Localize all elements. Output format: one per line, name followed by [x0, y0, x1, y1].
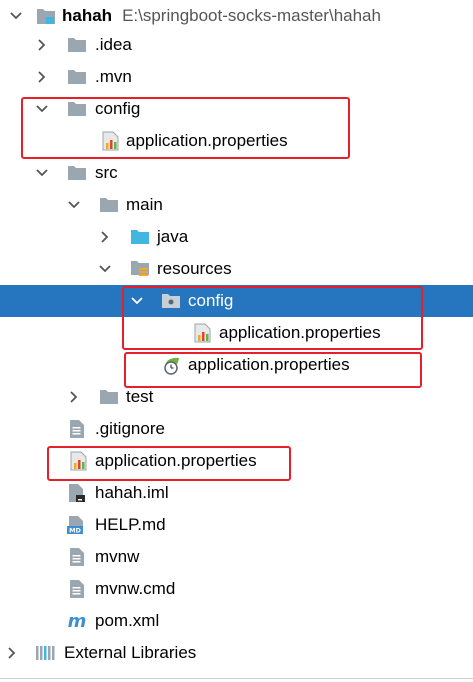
tree-label-help-md: HELP.md: [95, 515, 166, 534]
folder-icon: [66, 93, 88, 125]
text-file-icon: [66, 413, 88, 445]
tree-label-idea: .idea: [95, 35, 132, 54]
chevron-down-icon[interactable]: [33, 93, 51, 125]
source-folder-icon: [129, 221, 151, 253]
svg-text:m: m: [68, 613, 87, 629]
tree-row-root-application-properties[interactable]: application.properties: [0, 445, 473, 477]
tree-row-external-libraries[interactable]: External Libraries: [0, 637, 473, 669]
spring-properties-icon: [160, 349, 182, 381]
chevron-down-icon[interactable]: [128, 285, 146, 317]
package-folder-icon: [160, 285, 182, 317]
tree-label-root-application-properties: application.properties: [95, 451, 257, 470]
tree-label-resources-config-application-properties: application.properties: [219, 323, 381, 342]
properties-file-icon: [192, 317, 214, 349]
folder-icon: [66, 29, 88, 61]
tree-label-config-application-properties: application.properties: [126, 131, 288, 150]
tree-row-mvnw[interactable]: mvnw: [0, 541, 473, 573]
tree-label-mvnw: mvnw: [95, 547, 140, 566]
tree-label-resources-application-properties: application.properties: [188, 355, 350, 374]
tree-row-mvnw-cmd[interactable]: mvnw.cmd: [0, 573, 473, 605]
tree-label-src: src: [95, 163, 118, 182]
libraries-icon: [35, 637, 57, 669]
tree-row-resources-config-application-properties[interactable]: application.properties: [0, 317, 473, 349]
tree-label-config: config: [95, 99, 141, 118]
tree-label-java: java: [157, 227, 189, 246]
tree-label-gitignore: .gitignore: [95, 419, 165, 438]
tree-label-iml: hahah.iml: [95, 483, 169, 502]
tree-row-java[interactable]: java: [0, 221, 473, 253]
tree-row-iml[interactable]: hahah.iml: [0, 477, 473, 509]
tree-row-main[interactable]: main: [0, 189, 473, 221]
chevron-down-icon[interactable]: [65, 189, 83, 221]
text-file-icon: [66, 573, 88, 605]
chevron-right-icon[interactable]: [33, 61, 51, 93]
folder-icon: [98, 189, 120, 221]
tree-row-idea[interactable]: .idea: [0, 29, 473, 61]
tree-row-pom[interactable]: m pom.xml: [0, 605, 473, 637]
chevron-right-icon[interactable]: [65, 381, 83, 413]
tree-label-mvnw-cmd: mvnw.cmd: [95, 579, 176, 598]
properties-file-icon: [68, 445, 90, 477]
module-folder-icon: [35, 0, 57, 32]
properties-file-icon: [100, 125, 122, 157]
tree-label-resources-config: config: [188, 291, 234, 310]
markdown-file-icon: MD: [66, 509, 88, 541]
tree-row-mvn[interactable]: .mvn: [0, 61, 473, 93]
tree-label-main: main: [126, 195, 163, 214]
tree-row-help-md[interactable]: MD HELP.md: [0, 509, 473, 541]
folder-icon: [66, 157, 88, 189]
tree-row-resources[interactable]: resources: [0, 253, 473, 285]
tree-label-test: test: [126, 387, 154, 406]
tree-label-resources: resources: [157, 259, 232, 278]
chevron-right-icon[interactable]: [33, 29, 51, 61]
project-root-name: hahah: [62, 6, 113, 25]
tree-row-gitignore[interactable]: .gitignore: [0, 413, 473, 445]
maven-icon: m: [66, 605, 88, 637]
folder-icon: [98, 381, 120, 413]
chevron-right-icon[interactable]: [96, 221, 114, 253]
iml-file-icon: [66, 477, 88, 509]
panel-bottom-border: [0, 678, 473, 679]
tree-row-config[interactable]: config: [0, 93, 473, 125]
tree-row-test[interactable]: test: [0, 381, 473, 413]
resources-folder-icon: [129, 253, 151, 285]
tree-row-src[interactable]: src: [0, 157, 473, 189]
tree-row-resources-application-properties[interactable]: application.properties: [0, 349, 473, 381]
text-file-icon: [66, 541, 88, 573]
chevron-down-icon[interactable]: [7, 0, 25, 32]
chevron-right-icon[interactable]: [3, 637, 21, 669]
project-root-path: E:\springboot-socks-master\hahah: [122, 6, 381, 25]
chevron-down-icon[interactable]: [96, 253, 114, 285]
folder-icon: [66, 61, 88, 93]
tree-label-mvn: .mvn: [95, 67, 132, 86]
tree-row-project-root[interactable]: hahah E:\springboot-socks-master\hahah: [0, 0, 473, 32]
chevron-down-icon[interactable]: [33, 157, 51, 189]
tree-row-config-application-properties[interactable]: application.properties: [0, 125, 473, 157]
tree-label-external-libraries: External Libraries: [64, 643, 197, 662]
tree-row-resources-config[interactable]: config: [0, 285, 473, 317]
svg-text:MD: MD: [69, 527, 81, 535]
tree-label-pom: pom.xml: [95, 611, 160, 630]
